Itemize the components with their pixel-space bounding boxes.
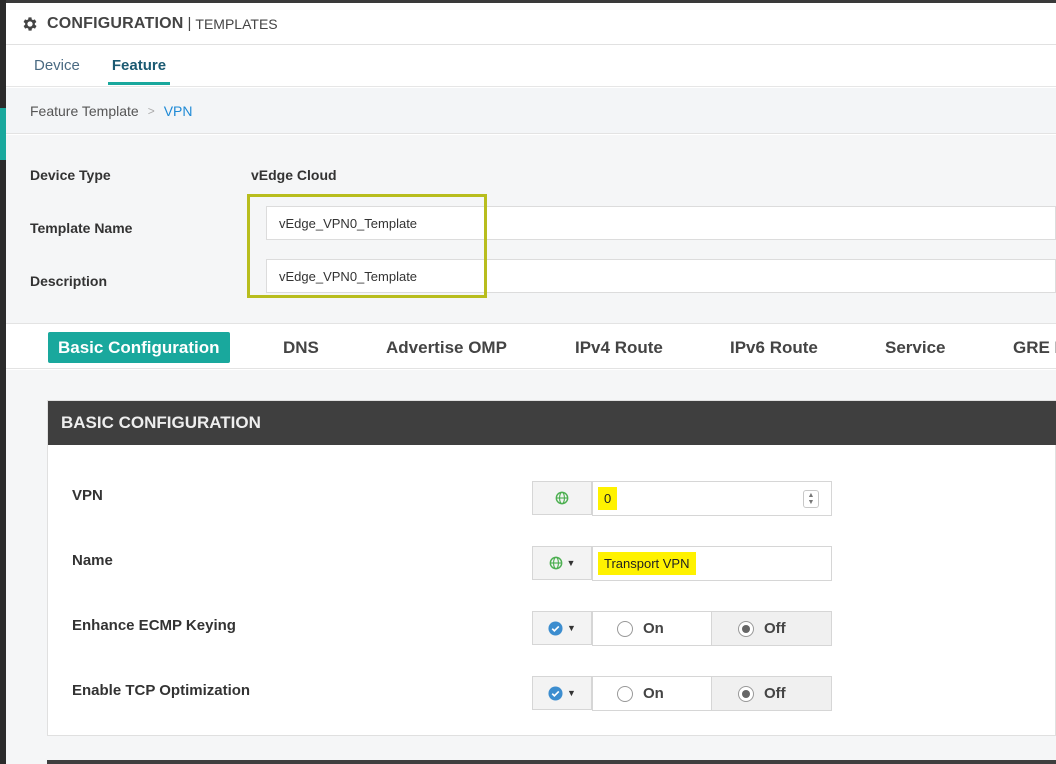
template-tabs: Device Feature	[6, 45, 1056, 87]
chevron-down-icon: ▼	[567, 688, 576, 698]
breadcrumb-feature-template[interactable]: Feature Template	[30, 103, 139, 119]
radio-selected-icon	[738, 620, 754, 637]
globe-icon	[549, 556, 562, 570]
tab-service[interactable]: Service	[885, 332, 946, 363]
next-panel-header	[47, 760, 1056, 764]
template-name-label: Template Name	[30, 220, 133, 236]
tab-gre-route[interactable]: GRE R	[1013, 332, 1056, 363]
content-area: BASIC CONFIGURATION VPN 0 ▲ ▼ Name ▼ Tra…	[6, 370, 1056, 764]
feature-section-tabs: Basic Configuration DNS Advertise OMP IP…	[6, 323, 1056, 369]
description-label: Description	[30, 273, 108, 289]
name-input[interactable]: Transport VPN	[592, 546, 832, 581]
ecmp-scope-button[interactable]: ▼	[532, 611, 592, 645]
vpn-label: VPN	[72, 487, 103, 504]
radio-unselected-icon	[617, 620, 633, 637]
tcp-off-radio[interactable]: Off	[711, 676, 832, 711]
tab-basic-configuration[interactable]: Basic Configuration	[48, 332, 230, 363]
panel-header: BASIC CONFIGURATION	[48, 401, 1056, 445]
vpn-stepper[interactable]: ▲ ▼	[803, 490, 819, 508]
breadcrumb: Feature Template > VPN	[6, 88, 1056, 134]
tcp-optimization-label: Enable TCP Optimization	[72, 682, 251, 699]
globe-icon	[555, 491, 569, 505]
radio-selected-icon	[738, 685, 754, 702]
ecmp-on-label: On	[643, 620, 664, 637]
name-label: Name	[72, 552, 113, 569]
breadcrumb-vpn: VPN	[163, 102, 193, 119]
tcp-off-label: Off	[764, 685, 786, 702]
tab-feature[interactable]: Feature	[107, 45, 171, 87]
template-info-form: Device Type vEdge Cloud Template Name vE…	[6, 135, 1056, 323]
vpn-scope-button[interactable]	[532, 481, 592, 515]
title-separator: |	[187, 15, 192, 32]
tab-advertise-omp[interactable]: Advertise OMP	[386, 332, 507, 363]
ecmp-on-radio[interactable]: On	[592, 611, 712, 646]
radio-unselected-icon	[617, 685, 633, 702]
device-type-value: vEdge Cloud	[251, 167, 337, 183]
tab-ipv6-route[interactable]: IPv6 Route	[730, 332, 818, 363]
vpn-input[interactable]: 0 ▲ ▼	[592, 481, 832, 516]
tcp-on-radio[interactable]: On	[592, 676, 712, 711]
breadcrumb-separator: >	[147, 103, 155, 118]
chevron-down-icon: ▼	[807, 499, 815, 506]
gear-icon	[21, 15, 39, 33]
ecmp-label: Enhance ECMP Keying	[72, 617, 236, 634]
page-header: CONFIGURATION | TEMPLATES	[6, 3, 1056, 45]
tcp-on-label: On	[643, 685, 664, 702]
template-name-input[interactable]: vEdge_VPN0_Template	[266, 206, 1056, 240]
page-subtitle: TEMPLATES	[195, 15, 278, 32]
tab-ipv4-route[interactable]: IPv4 Route	[575, 332, 663, 363]
name-scope-button[interactable]: ▼	[532, 546, 592, 580]
chevron-down-icon: ▼	[567, 623, 576, 633]
description-input[interactable]: vEdge_VPN0_Template	[266, 259, 1056, 293]
ecmp-off-radio[interactable]: Off	[711, 611, 832, 646]
vpn-value: 0	[598, 487, 618, 510]
chevron-down-icon: ▼	[566, 558, 576, 568]
ecmp-off-label: Off	[764, 620, 786, 637]
tab-dns[interactable]: DNS	[283, 332, 319, 363]
page-title: CONFIGURATION	[47, 14, 184, 32]
check-circle-icon	[548, 620, 563, 636]
basic-configuration-panel: BASIC CONFIGURATION VPN 0 ▲ ▼ Name ▼ Tra…	[47, 400, 1056, 736]
name-value: Transport VPN	[598, 552, 696, 575]
tab-device[interactable]: Device	[34, 45, 80, 87]
device-type-label: Device Type	[30, 167, 111, 183]
chevron-up-icon: ▲	[807, 492, 815, 499]
tcp-scope-button[interactable]: ▼	[532, 676, 592, 710]
check-circle-icon	[548, 685, 563, 701]
